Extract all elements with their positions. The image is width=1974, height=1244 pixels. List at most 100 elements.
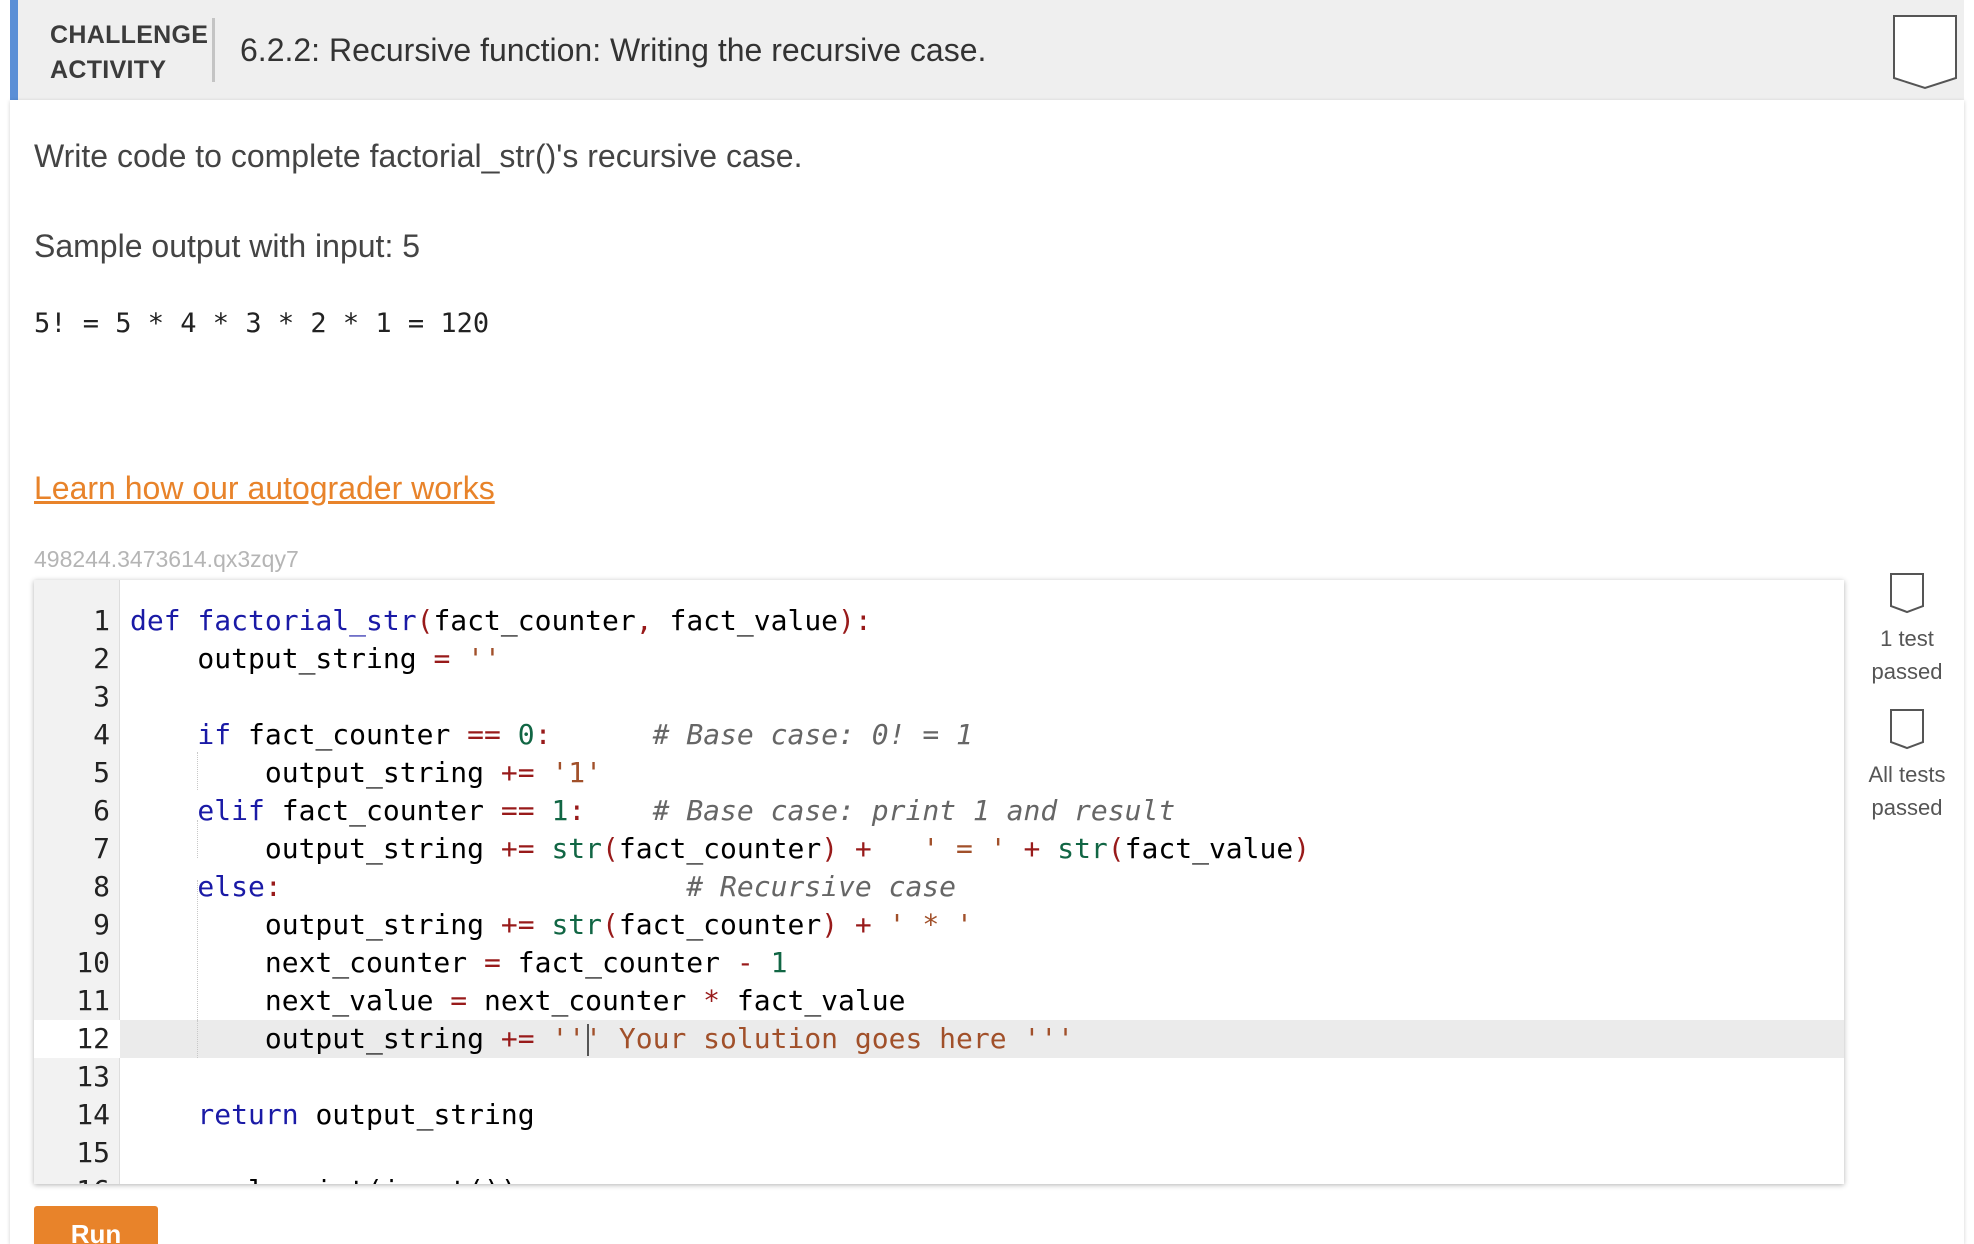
all-tests-status: All tests passed [1862, 708, 1952, 824]
code-token: : [534, 718, 552, 751]
code-token: next_counter [130, 946, 485, 979]
code-token: ) [1293, 832, 1311, 865]
code-token: output_string [130, 832, 501, 865]
code-token: '' [467, 642, 501, 675]
code-line[interactable]: next_counter = fact_counter - 1 [130, 944, 788, 982]
code-line[interactable]: output_string += '1' [130, 754, 602, 792]
code-token: str [1057, 832, 1108, 865]
code-token: += [500, 1022, 552, 1055]
code-token: : [568, 794, 586, 827]
line-number: 10 [76, 946, 110, 979]
code-token: fact_value [736, 984, 906, 1017]
code-line[interactable]: output_string = '' [130, 640, 501, 678]
line-number: 12 [34, 1020, 120, 1058]
code-token: + [1006, 832, 1058, 865]
code-line[interactable]: elif fact_counter == 1: # Base case: pri… [130, 792, 1175, 830]
code-token: factorial_str [197, 604, 417, 637]
code-token: 0 [517, 718, 535, 751]
code-line[interactable]: next_value = next_counter * fact_value [130, 982, 906, 1020]
code-token: == [467, 718, 518, 751]
code-token: 1 [770, 946, 788, 979]
code-token: # Base case: 0! = 1 [652, 718, 973, 751]
activity-type-line2: ACTIVITY [50, 56, 167, 84]
code-token: fact_counter [517, 946, 737, 979]
activity-type-label: CHALLENGE ACTIVITY [50, 18, 210, 88]
code-token: * [703, 984, 737, 1017]
code-token: # Base case: print 1 and result [652, 794, 1176, 827]
code-token: ( [1107, 832, 1125, 865]
code-token: str [551, 908, 603, 941]
sample-output: 5! = 5 * 4 * 3 * 2 * 1 = 120 [34, 308, 490, 339]
test-passed-status: 1 test passed [1862, 572, 1952, 688]
code-line[interactable]: return output_string [130, 1096, 535, 1134]
autograder-help-link[interactable]: Learn how our autograder works [34, 470, 495, 507]
code-token: elif [130, 794, 282, 827]
code-token: output_string [130, 756, 501, 789]
code-token: ( [602, 832, 619, 865]
line-number: 4 [93, 718, 110, 751]
code-line[interactable]: def factorial_str(fact_counter, fact_val… [130, 602, 872, 640]
line-number: 11 [76, 984, 110, 1017]
code-token: = [484, 946, 518, 979]
line-number: 1 [93, 604, 110, 637]
code-token: ( [602, 908, 619, 941]
code-token: - [736, 946, 771, 979]
code-line[interactable]: output_string += str(fact_counter) + ' =… [130, 830, 1310, 868]
line-number: 7 [93, 832, 110, 865]
code-line[interactable]: if fact_counter == 0: # Base case: 0! = … [130, 716, 973, 754]
code-token: = [433, 642, 468, 675]
code-token: # Recursive case [686, 870, 957, 903]
code-token: fact_value [1124, 832, 1294, 865]
code-token: next_counter [484, 984, 704, 1017]
run-button[interactable]: Run [34, 1206, 158, 1244]
code-token: output_string [315, 1098, 535, 1131]
code-editor[interactable]: 12345678910111213141516 def factorial_st… [34, 580, 1844, 1184]
code-token: , [635, 604, 670, 637]
code-token: ) + [821, 832, 889, 865]
code-token: == [500, 794, 552, 827]
activity-prompt: Write code to complete factorial_str()'s… [34, 138, 803, 174]
completion-badge-icon [1893, 15, 1957, 90]
code-token: next_value [130, 984, 451, 1017]
all-tests-line1: All tests [1868, 762, 1946, 787]
code-token: return [130, 1098, 316, 1131]
line-number: 3 [93, 680, 110, 713]
text-cursor [587, 1024, 589, 1056]
line-number: 8 [93, 870, 110, 903]
line-number: 9 [93, 908, 110, 941]
test-status-line2: passed [1871, 659, 1943, 684]
code-token: fact_value [669, 604, 839, 637]
code-token: += [500, 756, 552, 789]
line-number: 14 [76, 1098, 110, 1131]
code-token: ) + [821, 908, 889, 941]
code-token: str [551, 832, 603, 865]
code-token: ' = ' [922, 832, 1007, 865]
code-token: += [500, 832, 552, 865]
activity-type-line1: CHALLENGE [50, 21, 209, 49]
code-token: fact_counter [618, 832, 822, 865]
code-token: 1 [551, 794, 569, 827]
code-line[interactable]: user_val = int(input()) [130, 1172, 518, 1184]
code-token: if [130, 718, 249, 751]
code-line[interactable]: output_string += str(fact_counter) + ' *… [130, 906, 973, 944]
code-token: '1' [551, 756, 603, 789]
header-divider [212, 18, 215, 82]
line-number: 13 [76, 1060, 110, 1093]
code-token: user_val = int(input()) [130, 1174, 518, 1184]
activity-id: 498244.3473614.qx3zqy7 [34, 546, 299, 572]
code-line[interactable]: else: # Recursive case [130, 868, 956, 906]
indent-guide [197, 820, 198, 858]
activity-title: 6.2.2: Recursive function: Writing the r… [240, 32, 987, 68]
code-token: = [450, 984, 485, 1017]
code-token: ( [416, 604, 434, 637]
code-token: fact_counter [433, 604, 636, 637]
line-number: 15 [76, 1136, 110, 1169]
test-badge-icon [1890, 573, 1924, 614]
line-number: 5 [93, 756, 110, 789]
code-token: fact_counter [248, 718, 468, 751]
code-line[interactable]: output_string += ''' Your solution goes … [130, 1020, 1074, 1058]
sample-output-label: Sample output with input: 5 [34, 228, 421, 264]
